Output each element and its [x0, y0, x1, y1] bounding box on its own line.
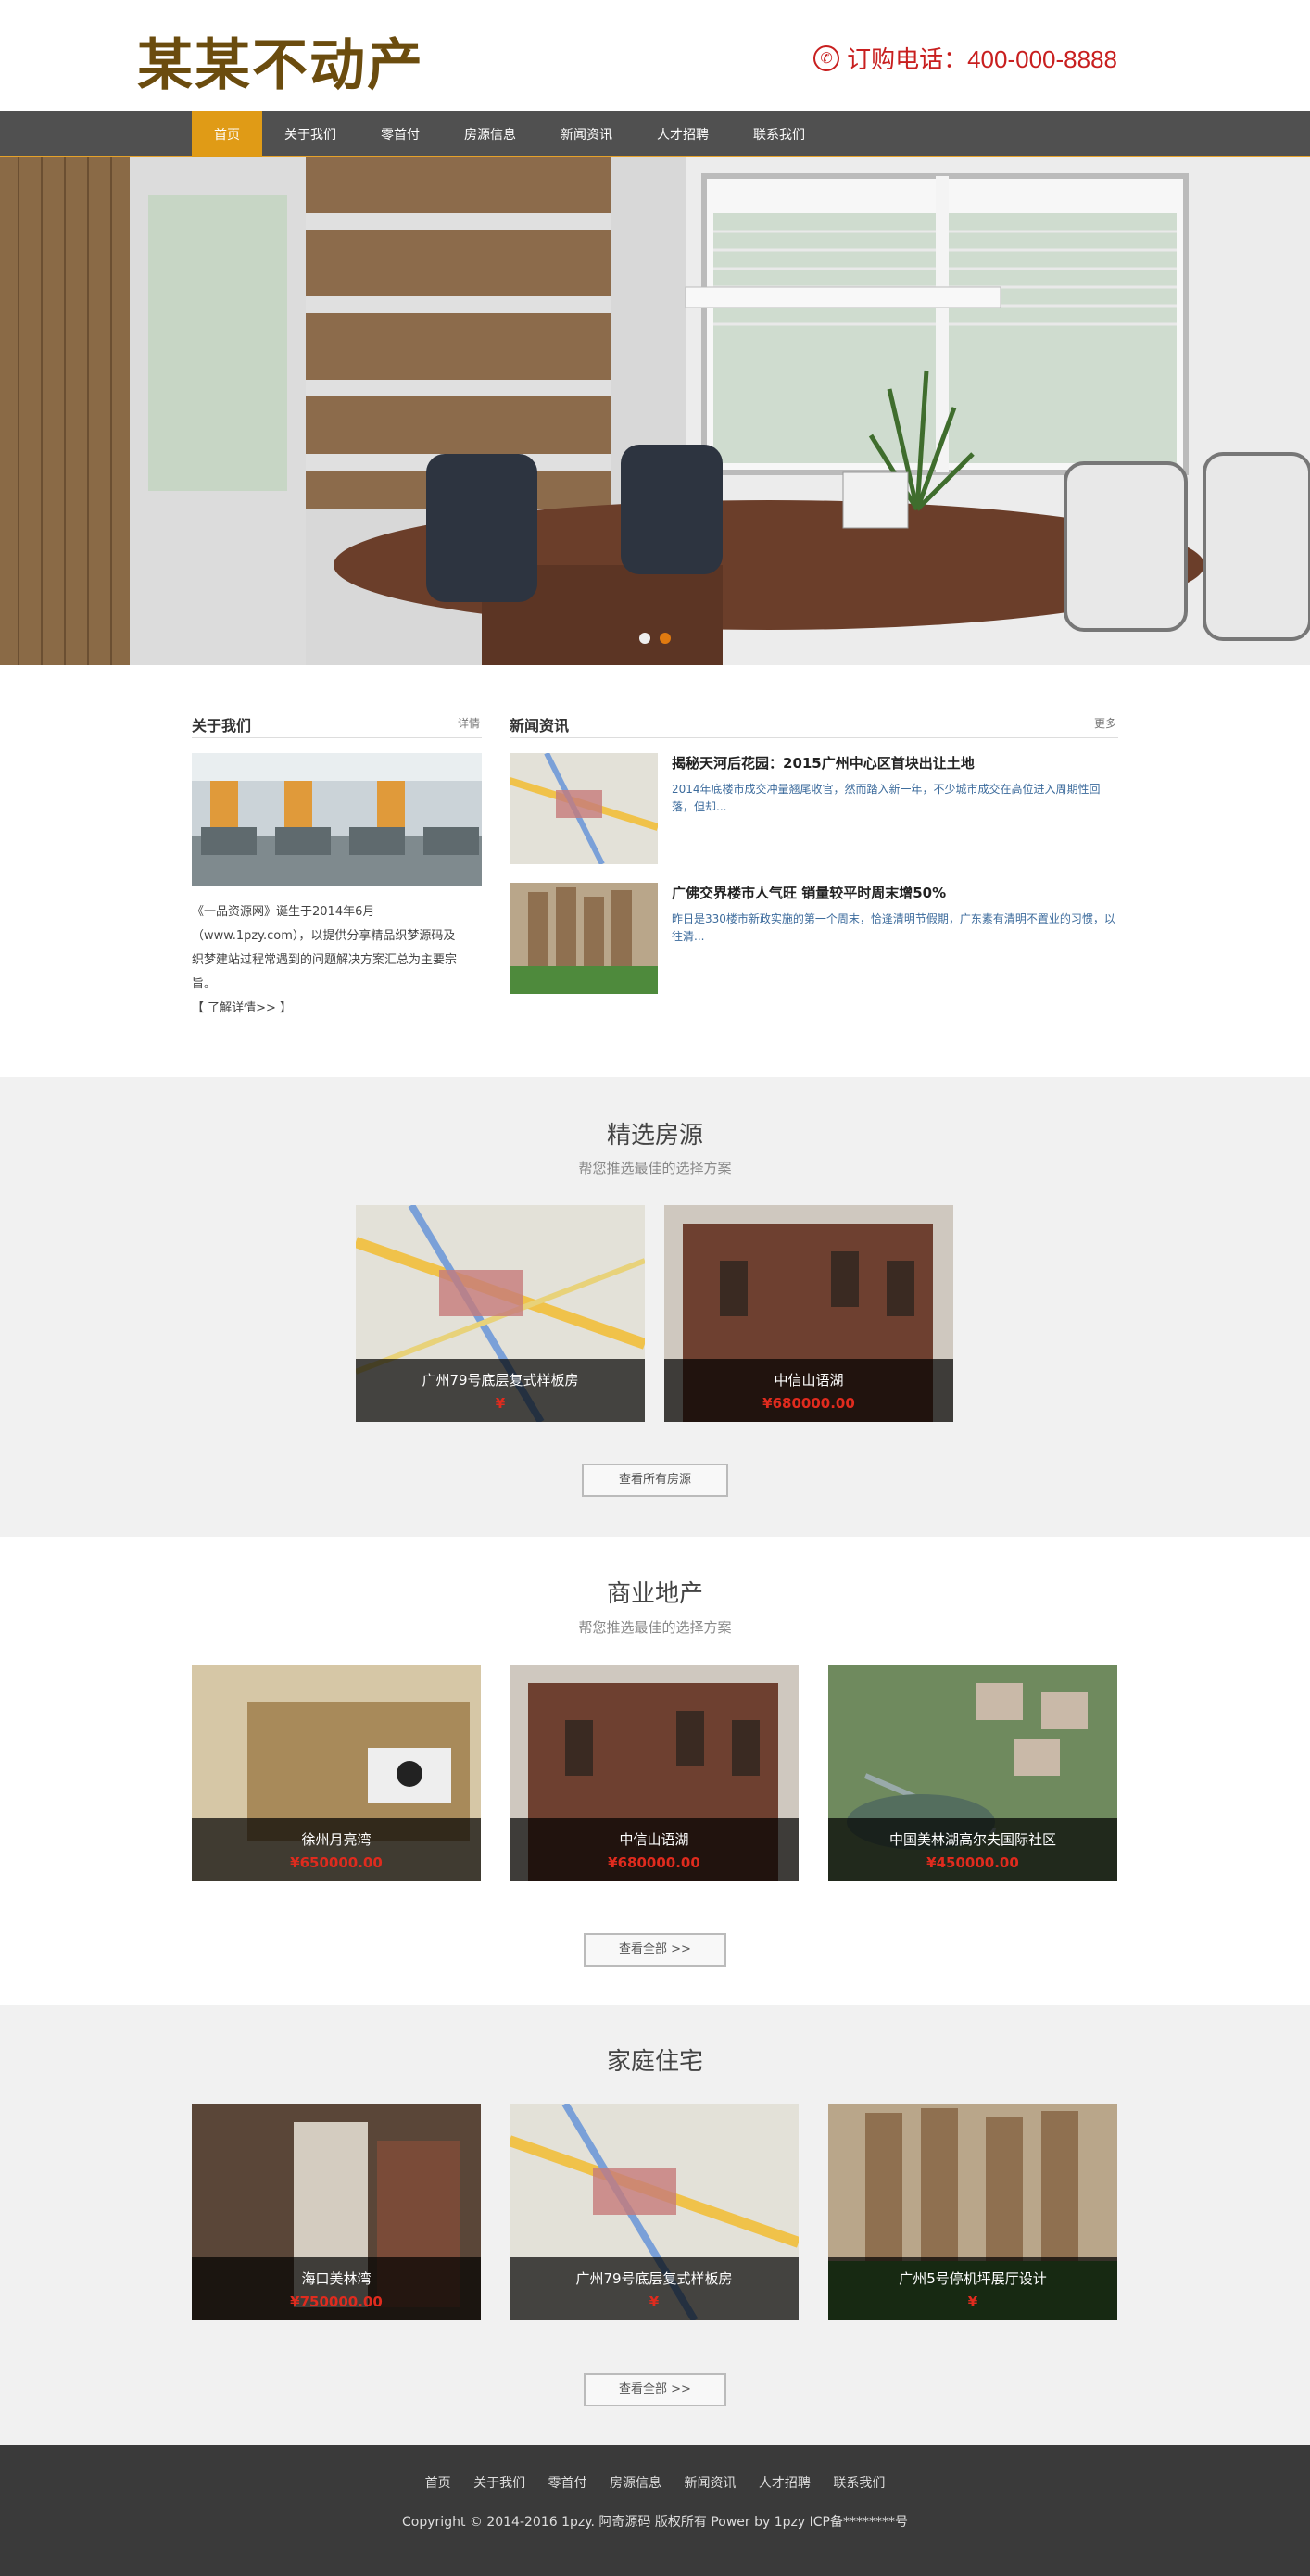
property-price: ¥680000.00: [762, 1395, 855, 1412]
property-name: 广州79号底层复式样板房: [575, 2270, 733, 2287]
footer-link-jobs[interactable]: 人才招聘: [759, 2476, 811, 2491]
property-caption: 海口美林湾 ¥750000.00: [192, 2257, 481, 2320]
phone-number: 订购电话：400-000-8888: [847, 45, 1117, 73]
footer-link-home[interactable]: 首页: [425, 2476, 451, 2491]
hero-banner[interactable]: [0, 157, 1310, 665]
property-price: ¥680000.00: [608, 1854, 700, 1871]
nav-item-news[interactable]: 新闻资讯: [538, 111, 635, 157]
nav-item-jobs[interactable]: 人才招聘: [635, 111, 731, 157]
property-caption: 广州79号底层复式样板房 ¥: [356, 1359, 645, 1422]
nav-item-contact[interactable]: 联系我们: [731, 111, 827, 157]
property-name: 中信山语湖: [774, 1372, 844, 1389]
about-office-image: [192, 753, 482, 886]
property-caption: 中信山语湖 ¥680000.00: [510, 1818, 799, 1881]
property-name: 广州79号底层复式样板房: [422, 1372, 579, 1389]
property-price: ¥: [649, 2293, 660, 2310]
news-item-summary-line: 昨日是330楼市新政实施的第一个周末，恰逢清明节假期，广东素有清明不置业的习惯，…: [672, 912, 1115, 925]
news-item-title[interactable]: 广佛交界楼市人气旺 销量较平时周末增50%: [672, 883, 946, 902]
footer-link-listings[interactable]: 房源信息: [610, 2476, 661, 2491]
news-item-title[interactable]: 揭秘天河后花园：2015广州中心区首块出让土地: [672, 753, 975, 773]
main-nav: 首页 关于我们 零首付 房源信息 新闻资讯 人才招聘 联系我们: [0, 111, 1310, 157]
footer-nav: 首页 关于我们 零首付 房源信息 新闻资讯 人才招聘 联系我们: [0, 2473, 1310, 2492]
property-caption: 广州5号停机坪展厅设计 ¥: [828, 2257, 1117, 2320]
nav-item-home[interactable]: 首页: [192, 111, 262, 157]
news-thumbnail-map[interactable]: [508, 751, 660, 866]
site-logo[interactable]: 某某不动产: [137, 20, 424, 101]
property-card[interactable]: 广州79号底层复式样板房 ¥: [356, 1205, 645, 1422]
office-meeting-room-image: [0, 157, 1310, 665]
news-title: 新闻资讯: [510, 717, 570, 735]
property-name: 徐州月亮湾: [301, 1831, 372, 1848]
footer-link-news[interactable]: 新闻资讯: [684, 2476, 736, 2491]
commercial-title: 商业地产: [606, 1580, 703, 1608]
property-caption: 中国美林湖高尔夫国际社区 ¥450000.00: [828, 1818, 1117, 1881]
nav-item-zero-down[interactable]: 零首付: [359, 111, 442, 157]
about-text-line: 织梦建站过程常遇到的问题解决方案汇总为主要宗: [192, 953, 458, 967]
property-caption: 广州79号底层复式样板房 ¥: [510, 2257, 799, 2320]
property-card[interactable]: 海口美林湾 ¥750000.00: [192, 2104, 481, 2320]
header: 某某不动产 ✆ 订购电话：400-000-8888: [0, 0, 1310, 111]
property-price: ¥650000.00: [290, 1854, 383, 1871]
footer: 首页 关于我们 零首付 房源信息 新闻资讯 人才招聘 联系我们 Copyrigh…: [0, 2445, 1310, 2576]
view-all-commercial-button[interactable]: 查看全部 >>: [584, 1933, 726, 1967]
about-title: 关于我们: [192, 717, 252, 735]
view-all-listings-button[interactable]: 查看所有房源: [582, 1464, 728, 1497]
news-item-summary-line: 落，但却...: [672, 800, 727, 813]
news-item-summary: 昨日是330楼市新政实施的第一个周末，恰逢清明节假期，广东素有清明不置业的习惯，…: [672, 911, 1118, 946]
property-card[interactable]: 中信山语湖 ¥680000.00: [664, 1205, 953, 1422]
nav-item-about[interactable]: 关于我们: [262, 111, 359, 157]
news-thumbnail-model[interactable]: [510, 883, 658, 994]
nav-item-listings[interactable]: 房源信息: [442, 111, 538, 157]
residential-title: 家庭住宅: [606, 2048, 703, 2076]
commercial-subtitle: 帮您推选最佳的选择方案: [578, 1619, 732, 1636]
news-more-link[interactable]: 更多: [1094, 715, 1116, 731]
property-name: 广州5号停机坪展厅设计: [899, 2270, 1047, 2287]
about-text-line: （www.1pzy.com），以提供分享精品织梦源码及: [192, 929, 456, 943]
footer-link-contact[interactable]: 联系我们: [833, 2476, 885, 2491]
phone-icon: ✆: [813, 44, 840, 71]
about-detail-link[interactable]: 【 了解详情>> 】: [192, 997, 482, 1021]
footer-link-zero-down[interactable]: 零首付: [548, 2476, 587, 2491]
about-text-line: 《一品资源网》诞生于2014年6月: [192, 905, 375, 919]
property-card[interactable]: 中信山语湖 ¥680000.00: [510, 1665, 799, 1881]
phone-contact: ✆ 订购电话：400-000-8888: [813, 41, 1117, 75]
about-more-link[interactable]: 详情: [458, 715, 480, 731]
about-text: 《一品资源网》诞生于2014年6月 （www.1pzy.com），以提供分享精品…: [192, 900, 482, 1021]
about-text-line: 旨。: [192, 977, 217, 991]
property-name: 中国美林湖高尔夫国际社区: [888, 1831, 1056, 1848]
property-caption: 中信山语湖 ¥680000.00: [664, 1359, 953, 1422]
property-card[interactable]: 徐州月亮湾 ¥650000.00: [192, 1665, 481, 1881]
news-item-summary-line: 往清...: [672, 930, 705, 943]
property-card[interactable]: 广州79号底层复式样板房 ¥: [510, 2104, 799, 2320]
property-card[interactable]: 中国美林湖高尔夫国际社区 ¥450000.00: [828, 1665, 1117, 1881]
property-name: 海口美林湾: [301, 2270, 372, 2287]
view-all-residential-button[interactable]: 查看全部 >>: [584, 2373, 726, 2406]
property-caption: 徐州月亮湾 ¥650000.00: [192, 1818, 481, 1881]
property-price: ¥: [495, 1395, 506, 1412]
property-price: ¥: [967, 2293, 978, 2310]
property-price: ¥750000.00: [290, 2293, 383, 2310]
about-divider: [192, 737, 482, 738]
featured-subtitle: 帮您推选最佳的选择方案: [578, 1160, 732, 1176]
footer-link-about[interactable]: 关于我们: [473, 2476, 525, 2491]
copyright-text: Copyright © 2014-2016 1pzy. 阿奇源码 版权所有 Po…: [402, 2515, 908, 2530]
news-divider: [510, 737, 1118, 738]
property-price: ¥450000.00: [926, 1854, 1019, 1871]
property-name: 中信山语湖: [619, 1831, 689, 1848]
property-card[interactable]: 广州5号停机坪展厅设计 ¥: [828, 2104, 1117, 2320]
featured-title: 精选房源: [606, 1122, 703, 1150]
news-item-summary-line: 2014年底楼市成交冲量翘尾收官，然而踏入新一年，不少城市成交在高位进入周期性回: [672, 783, 1101, 796]
news-item-summary: 2014年底楼市成交冲量翘尾收官，然而踏入新一年，不少城市成交在高位进入周期性回…: [672, 781, 1118, 816]
